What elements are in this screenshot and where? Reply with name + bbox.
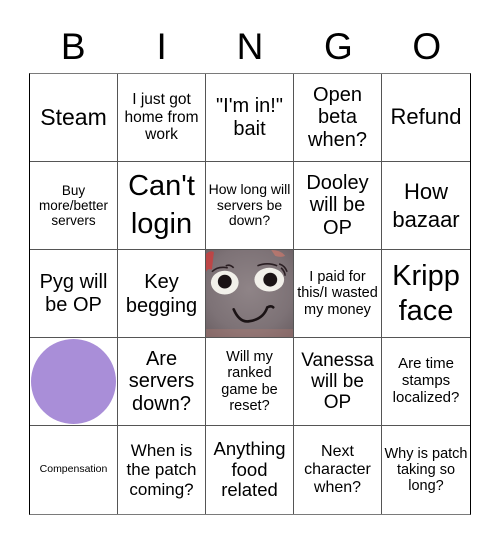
cell-text: Vanessa will be OP <box>301 349 374 414</box>
header-letter-o: O <box>412 26 442 67</box>
bingo-cell[interactable]: Next character when? <box>294 426 382 514</box>
header-letter-g: G <box>323 26 353 67</box>
cell-text: Open beta when? <box>308 83 367 151</box>
bingo-cell[interactable]: Vanessa will be OP <box>294 338 382 426</box>
header-letter-n: N <box>236 26 264 67</box>
cell-text: Buy more/better servers <box>38 182 109 229</box>
bingo-cell-marked[interactable] <box>30 338 118 426</box>
bingo-cell[interactable]: Dooley will be OP <box>294 162 382 250</box>
cell-text: Pyg will be OP <box>39 271 108 316</box>
cell-text: Next character when? <box>304 443 371 496</box>
bingo-cell[interactable]: Kripp face <box>382 250 470 338</box>
bingo-cell[interactable]: Why is patch taking so long? <box>382 426 470 514</box>
bingo-cell[interactable]: How bazaar <box>382 162 470 250</box>
cell-text: Anything food related <box>213 437 286 501</box>
cell-text: When is the patch coming? <box>126 441 197 499</box>
bingo-cell[interactable]: How long will servers be down? <box>206 162 294 250</box>
bingo-cell[interactable]: I just got home from work <box>118 74 206 162</box>
bingo-cell[interactable]: Open beta when? <box>294 74 382 162</box>
bingo-cell[interactable]: Anything food related <box>206 426 294 514</box>
cell-text: Dooley will be OP <box>306 171 369 239</box>
bottom-tint <box>206 329 293 337</box>
cell-text: Can't login <box>128 169 195 240</box>
cell-text: Are time stamps localized? <box>392 355 460 406</box>
bingo-cell[interactable]: "I'm in!" bait <box>206 74 294 162</box>
header-letter-i: I <box>156 26 167 67</box>
cell-text: Compensation <box>39 463 108 476</box>
face-background <box>206 250 293 337</box>
bingo-cell[interactable]: Pyg will be OP <box>30 250 118 338</box>
bingo-cell[interactable]: Can't login <box>118 162 206 250</box>
purple-marker-circle <box>31 339 116 424</box>
cell-text: "I'm in!" bait <box>216 95 283 140</box>
puppet-face-image <box>206 250 293 337</box>
cell-text: Kripp face <box>392 259 460 327</box>
cell-text: Steam <box>40 103 107 130</box>
cell-text: Key begging <box>125 270 198 317</box>
cell-text: How bazaar <box>392 179 460 232</box>
bingo-board: Steam I just got home from work "I'm in!… <box>29 73 471 515</box>
left-pupil <box>217 274 232 289</box>
bingo-cell[interactable]: I paid for this/I wasted my money <box>294 250 382 338</box>
bingo-header: B I N G O <box>29 22 471 72</box>
bingo-cell[interactable]: Compensation <box>30 426 118 514</box>
bingo-cell[interactable]: Buy more/better servers <box>30 162 118 250</box>
cell-text: Refund <box>390 104 462 130</box>
header-letter-b: B <box>60 26 86 67</box>
bingo-cell[interactable]: Steam <box>30 74 118 162</box>
bingo-cell[interactable]: When is the patch coming? <box>118 426 206 514</box>
cell-text: I paid for this/I wasted my money <box>297 269 378 318</box>
bingo-cell[interactable]: Refund <box>382 74 470 162</box>
cell-text: Why is patch taking so long? <box>384 445 468 495</box>
cell-text: I just got home from work <box>124 91 199 144</box>
bingo-cell[interactable]: Key begging <box>118 250 206 338</box>
bingo-cell[interactable]: Are time stamps localized? <box>382 338 470 426</box>
bingo-cell[interactable]: Are servers down? <box>118 338 206 426</box>
cell-text: How long will servers be down? <box>208 180 291 229</box>
cell-text: Are servers down? <box>128 347 195 415</box>
free-space-cell[interactable] <box>206 250 294 338</box>
right-pupil <box>263 272 278 287</box>
bingo-cell[interactable]: Will my ranked game be reset? <box>206 338 294 426</box>
cell-text: Will my ranked game be reset? <box>221 349 278 414</box>
